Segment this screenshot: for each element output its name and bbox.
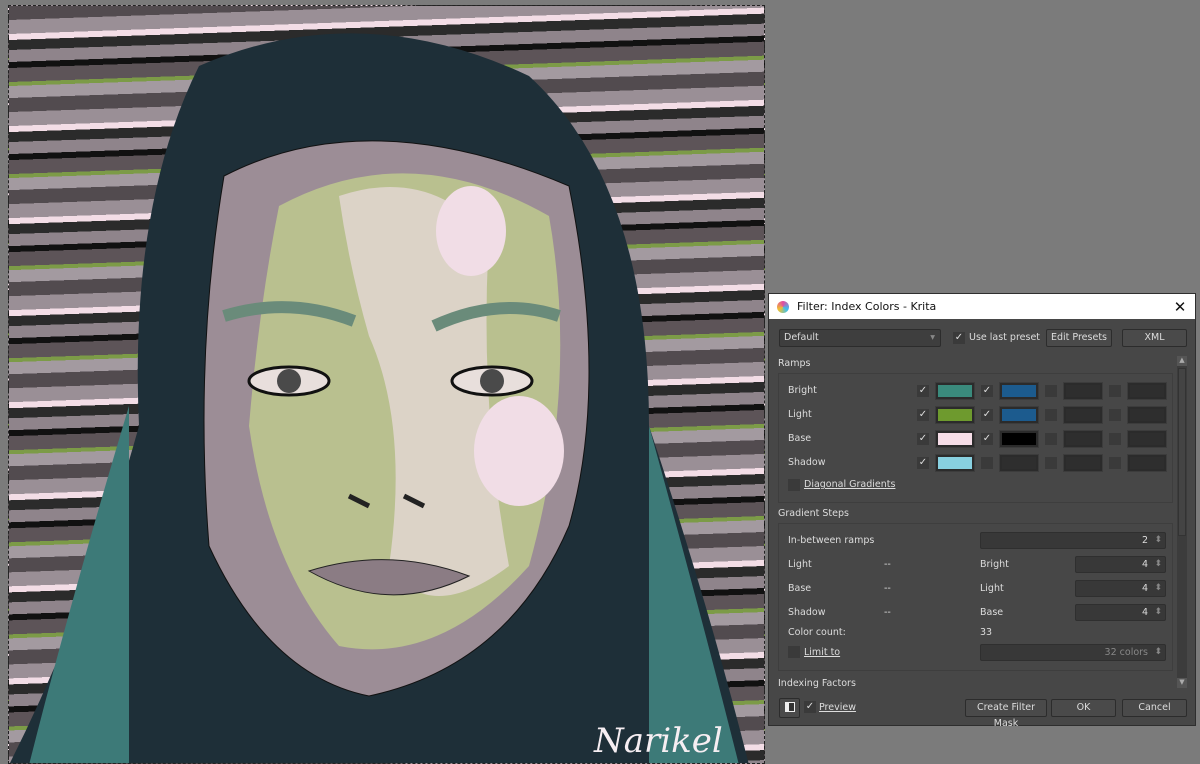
steps-separator: -- bbox=[884, 607, 891, 618]
ramp-label-shadow: Shadow bbox=[788, 457, 826, 468]
krita-logo-icon bbox=[777, 300, 789, 313]
in-between-ramps-label: In-between ramps bbox=[788, 535, 875, 546]
steps-from-label: Base bbox=[788, 583, 812, 594]
steps-separator: -- bbox=[884, 583, 891, 594]
create-filter-mask-button[interactable]: Create Filter Mask bbox=[965, 699, 1047, 729]
index-colors-filter-dialog: Filter: Index Colors - Krita ✕ Default ▾ … bbox=[768, 293, 1196, 729]
steps-to-label: Light bbox=[980, 583, 1004, 594]
ramp-color-swatch[interactable] bbox=[1127, 454, 1167, 472]
gradient-steps-section-label: Gradient Steps bbox=[778, 508, 849, 519]
compare-toggle-button[interactable] bbox=[779, 698, 800, 718]
limit-to-label: Limit to bbox=[804, 647, 841, 658]
color-count-label: Color count: bbox=[788, 627, 846, 638]
ramp-color-swatch[interactable] bbox=[1063, 382, 1103, 400]
ramp-slot-checkbox[interactable]: ✓ bbox=[917, 409, 929, 421]
ramp-label-light: Light bbox=[788, 409, 812, 420]
color-count-value: 33 bbox=[980, 627, 993, 638]
ramp-slot-checkbox[interactable] bbox=[1109, 409, 1121, 421]
use-last-preset-label: Use last preset bbox=[969, 332, 1041, 343]
ramp-slot-checkbox[interactable]: ✓ bbox=[917, 433, 929, 445]
ramp-slot-checkbox[interactable]: ✓ bbox=[981, 409, 993, 421]
ramp-color-swatch[interactable] bbox=[999, 430, 1039, 448]
indexing-factors-section-label: Indexing Factors bbox=[778, 678, 856, 689]
ramp-color-swatch[interactable] bbox=[999, 406, 1039, 424]
preset-dropdown[interactable]: Default ▾ bbox=[779, 329, 941, 347]
ramp-color-swatch[interactable] bbox=[1127, 430, 1167, 448]
ramp-color-swatch[interactable] bbox=[1063, 430, 1103, 448]
steps-separator: -- bbox=[884, 559, 891, 570]
ramps-section-label: Ramps bbox=[778, 358, 811, 369]
ramp-color-swatch[interactable] bbox=[935, 454, 975, 472]
ramp-color-swatch[interactable] bbox=[935, 406, 975, 424]
scroll-up-icon[interactable]: ▲ bbox=[1177, 356, 1187, 366]
ramp-slot-checkbox[interactable]: ✓ bbox=[981, 385, 993, 397]
cancel-button[interactable]: Cancel bbox=[1122, 699, 1187, 717]
steps-spinbox[interactable]: 4 bbox=[1075, 604, 1166, 621]
ramp-color-swatch[interactable] bbox=[1063, 454, 1103, 472]
vertical-scrollbar[interactable]: ▲ ▼ bbox=[1177, 356, 1187, 688]
scrollbar-thumb[interactable] bbox=[1178, 368, 1186, 536]
preview-label: Preview bbox=[819, 702, 856, 713]
ramp-label-bright: Bright bbox=[788, 385, 817, 396]
ramp-color-swatch[interactable] bbox=[935, 430, 975, 448]
steps-spinbox[interactable]: 4 bbox=[1075, 556, 1166, 573]
ramp-slot-checkbox[interactable] bbox=[1109, 433, 1121, 445]
ramp-color-swatch[interactable] bbox=[999, 382, 1039, 400]
ramp-slot-checkbox[interactable] bbox=[1045, 433, 1057, 445]
ramp-color-swatch[interactable] bbox=[999, 454, 1039, 472]
use-last-preset-checkbox[interactable]: ✓ bbox=[953, 332, 965, 344]
limit-to-checkbox[interactable] bbox=[788, 646, 800, 658]
steps-from-label: Shadow bbox=[788, 607, 826, 618]
in-between-ramps-spinbox[interactable]: 2 bbox=[980, 532, 1166, 549]
ramp-color-swatch[interactable] bbox=[1063, 406, 1103, 424]
diagonal-gradients-checkbox[interactable] bbox=[788, 479, 800, 491]
ramp-slot-checkbox[interactable]: ✓ bbox=[917, 457, 929, 469]
scroll-down-icon[interactable]: ▼ bbox=[1177, 678, 1187, 688]
ramp-slot-checkbox[interactable]: ✓ bbox=[917, 385, 929, 397]
limit-colors-spinbox[interactable]: 32 colors bbox=[980, 644, 1166, 661]
split-view-icon bbox=[784, 702, 795, 712]
ramp-slot-checkbox[interactable] bbox=[1045, 409, 1057, 421]
steps-to-label: Bright bbox=[980, 559, 1009, 570]
ramp-slot-checkbox[interactable] bbox=[981, 457, 993, 469]
close-icon[interactable]: ✕ bbox=[1165, 298, 1195, 316]
steps-to-label: Base bbox=[980, 607, 1004, 618]
ramp-slot-checkbox[interactable] bbox=[1045, 385, 1057, 397]
ramp-slot-checkbox[interactable] bbox=[1109, 385, 1121, 397]
preview-checkbox[interactable]: ✓ bbox=[804, 701, 816, 713]
xml-button[interactable]: XML bbox=[1122, 329, 1187, 347]
portrait-artwork bbox=[9, 33, 749, 763]
ok-button[interactable]: OK bbox=[1051, 699, 1116, 717]
steps-spinbox[interactable]: 4 bbox=[1075, 580, 1166, 597]
dialog-titlebar: Filter: Index Colors - Krita ✕ bbox=[769, 294, 1195, 319]
signature-watermark: Narikel bbox=[594, 721, 723, 761]
canvas-image[interactable]: Narikel bbox=[8, 5, 765, 764]
ramp-label-base: Base bbox=[788, 433, 812, 444]
ramp-slot-checkbox[interactable]: ✓ bbox=[981, 433, 993, 445]
ramp-slot-checkbox[interactable] bbox=[1109, 457, 1121, 469]
dialog-title: Filter: Index Colors - Krita bbox=[797, 300, 937, 313]
chevron-down-icon: ▾ bbox=[930, 332, 935, 343]
edit-presets-button[interactable]: Edit Presets bbox=[1046, 329, 1112, 347]
ramp-slot-checkbox[interactable] bbox=[1045, 457, 1057, 469]
ramp-color-swatch[interactable] bbox=[1127, 406, 1167, 424]
preset-value: Default bbox=[784, 332, 819, 343]
steps-from-label: Light bbox=[788, 559, 812, 570]
ramp-color-swatch[interactable] bbox=[1127, 382, 1167, 400]
diagonal-gradients-label: Diagonal Gradients bbox=[804, 479, 896, 490]
ramp-color-swatch[interactable] bbox=[935, 382, 975, 400]
